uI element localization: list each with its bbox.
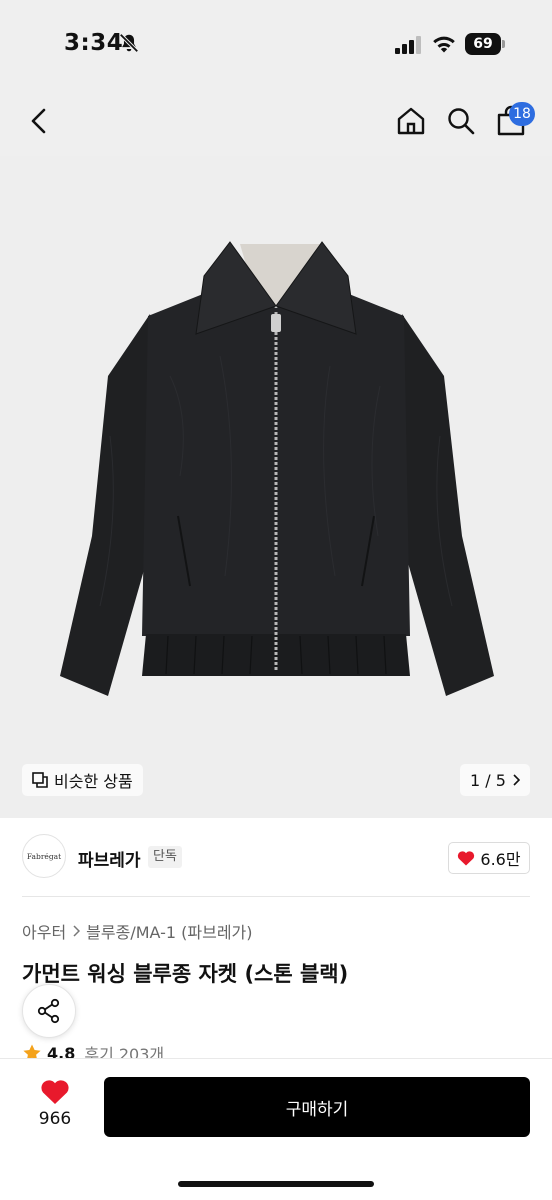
battery-level: 69 <box>465 33 501 55</box>
nav-bar <box>0 90 552 156</box>
breadcrumb: 아우터 블루종/MA-1 (파브레가) <box>22 919 253 943</box>
similar-products-label: 비슷한 상품 <box>54 772 133 791</box>
brand-name[interactable]: 파브레가 <box>78 846 141 871</box>
share-button[interactable] <box>22 984 76 1038</box>
status-time: 3:34 <box>64 30 124 56</box>
home-indicator <box>178 1181 374 1187</box>
chevron-right-icon <box>513 774 520 786</box>
brand-like-count: 6.6만 <box>480 850 521 869</box>
wifi-icon <box>433 36 455 53</box>
similar-products-button[interactable]: 비슷한 상품 <box>22 764 143 796</box>
image-page-text: 1 / 5 <box>470 770 506 790</box>
battery-tip <box>502 40 505 48</box>
jacket-illustration <box>60 241 494 696</box>
share-icon <box>37 998 60 1024</box>
product-image[interactable] <box>0 156 552 818</box>
breadcrumb-category[interactable]: 아우터 <box>22 919 66 943</box>
product-title: 가먼트 워싱 블루종 자켓 (스톤 블랙) <box>22 962 349 986</box>
cellular-signal-icon <box>395 36 421 54</box>
home-button[interactable] <box>394 104 428 138</box>
divider <box>22 896 530 897</box>
heart-icon <box>41 1080 69 1104</box>
exclusive-tag: 단독 <box>148 846 182 868</box>
copy-icon <box>32 772 48 788</box>
chevron-left-icon <box>31 108 46 134</box>
wishlist-button[interactable]: 966 <box>26 1079 84 1137</box>
search-button[interactable] <box>444 104 478 138</box>
battery-icon: 69 <box>465 33 505 55</box>
breadcrumb-subcategory[interactable]: 블루종/MA-1 (파브레가) <box>86 919 252 943</box>
brand-like-button[interactable]: 6.6만 <box>448 842 530 874</box>
image-page-indicator[interactable]: 1 / 5 <box>460 764 530 796</box>
search-icon <box>448 108 475 135</box>
home-icon <box>397 107 425 135</box>
bottom-action-bar: 966 구매하기 <box>0 1058 552 1200</box>
cart-count-badge: 18 <box>509 102 535 126</box>
wishlist-count: 966 <box>38 1109 72 1129</box>
brand-row: Fabrégat 파브레가 단독 6.6만 <box>0 832 552 884</box>
buy-button[interactable]: 구매하기 <box>104 1077 530 1137</box>
brand-logo[interactable]: Fabrégat <box>22 834 66 878</box>
heart-icon <box>458 851 475 866</box>
chevron-right-icon <box>73 925 81 937</box>
bell-off-icon <box>119 33 139 53</box>
brand-logo-text: Fabrégat <box>26 851 62 861</box>
back-button[interactable] <box>22 104 56 138</box>
status-bar: 3:34 69 <box>0 0 552 90</box>
